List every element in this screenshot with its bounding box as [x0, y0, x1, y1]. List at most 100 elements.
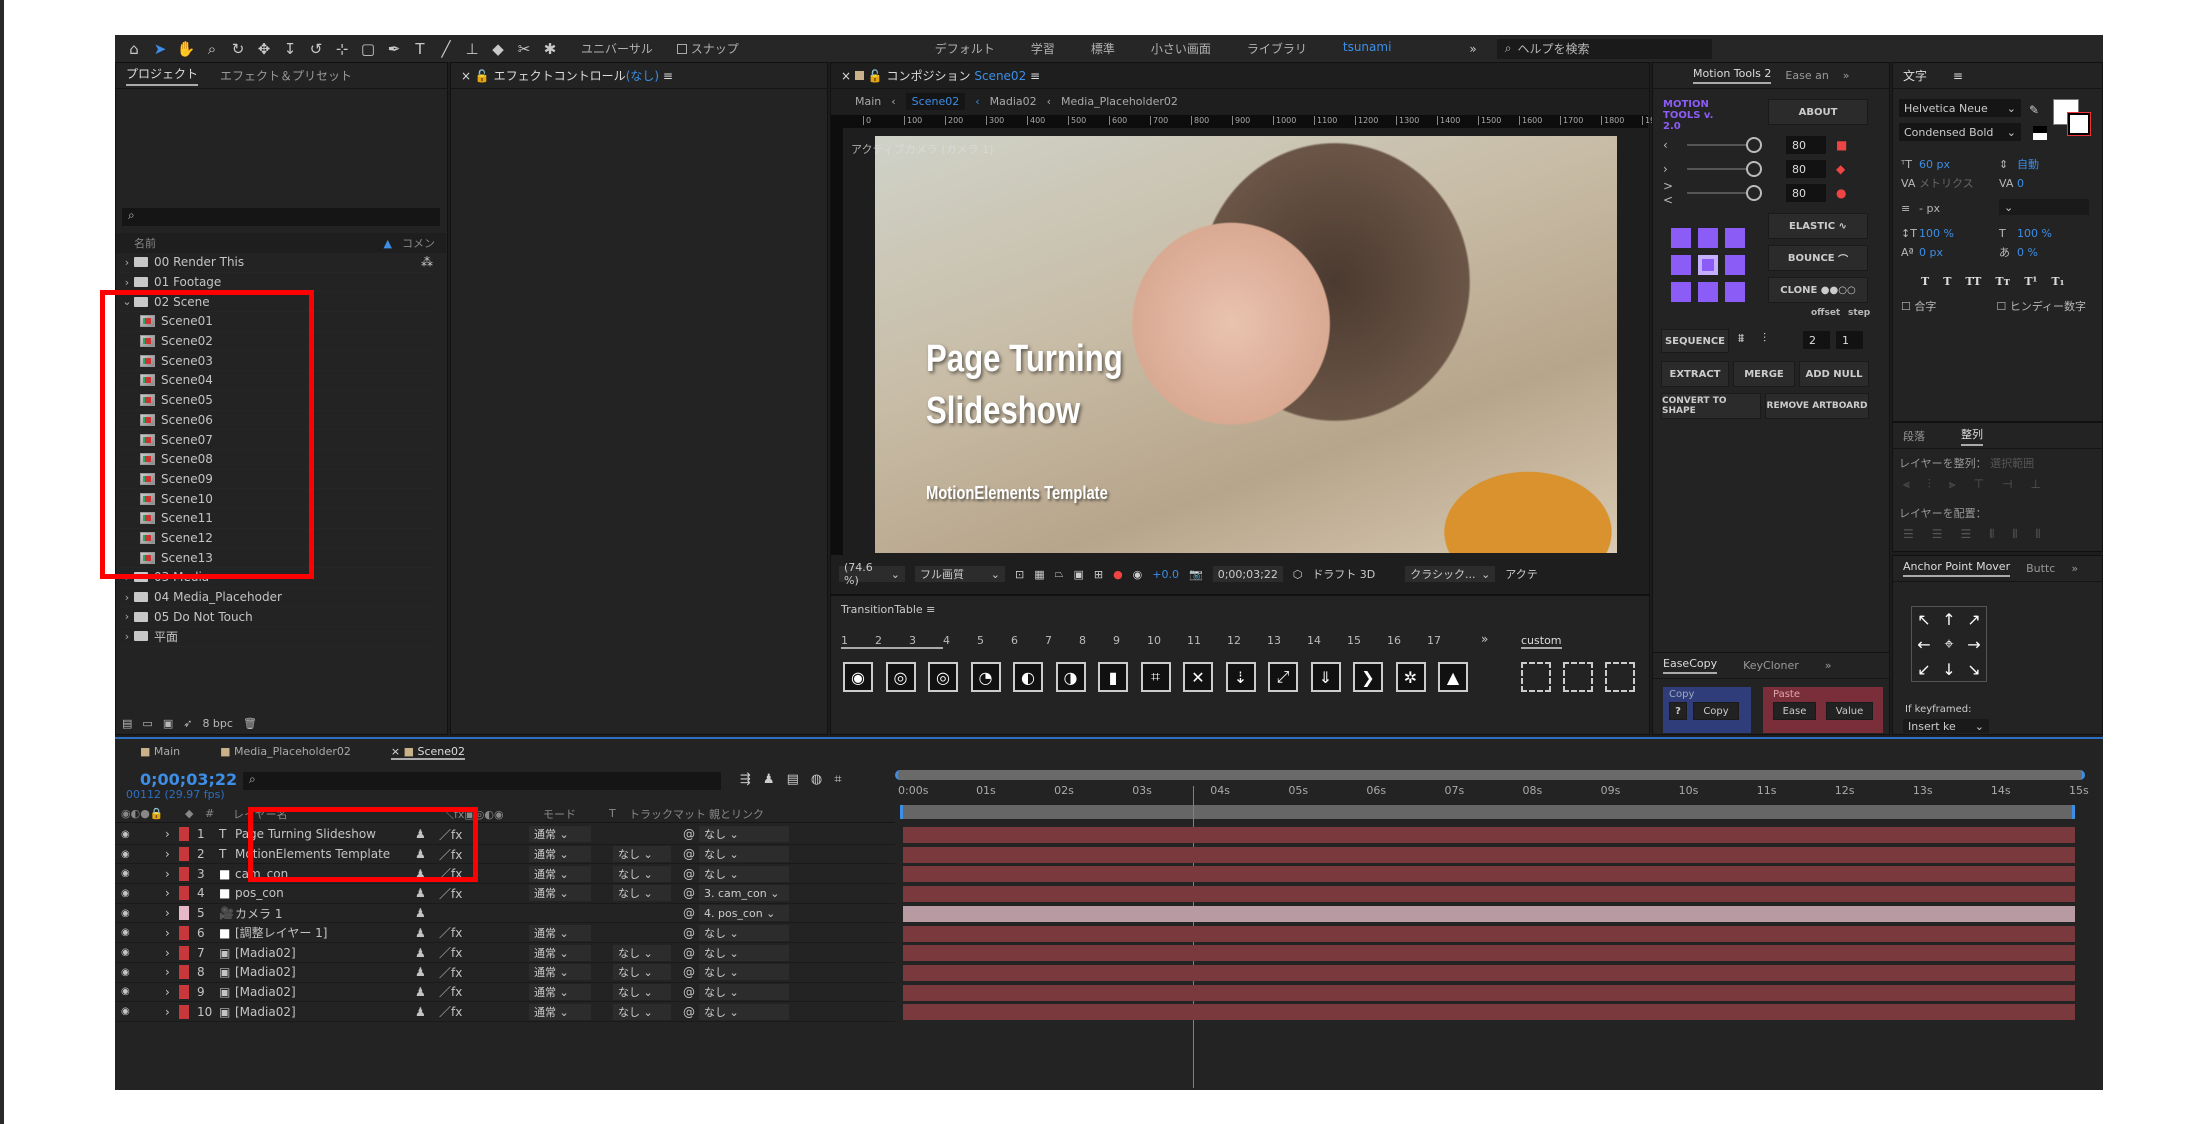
project-item[interactable]: › 05 Do Not Touch — [116, 607, 434, 628]
fx-switch-icon[interactable]: ／fx — [439, 924, 529, 941]
fx-switch-icon[interactable]: ／fx — [439, 983, 529, 1000]
parent-dropdown[interactable]: なし ⌄ — [699, 865, 789, 882]
expand-chevron-icon[interactable]: › — [165, 965, 179, 979]
tab-project[interactable]: プロジェクト — [126, 65, 199, 86]
zoom-icon[interactable]: ⌕ — [201, 38, 223, 60]
anchor-grid-cell[interactable] — [1698, 228, 1718, 248]
shy-switch-icon[interactable]: ♟ — [415, 906, 439, 920]
layer-name[interactable]: pos_con — [235, 886, 415, 900]
timeline-search-input[interactable]: ⌕ — [243, 772, 721, 790]
new-comp-icon[interactable]: ▣ — [163, 717, 173, 730]
help-button[interactable]: ? — [1669, 702, 1687, 720]
fx-switch-icon[interactable]: ／fx — [439, 1003, 529, 1020]
layer-mode-dropdown[interactable]: 通常 ⌄ — [529, 924, 591, 941]
transition-page-tab[interactable]: 17 — [1427, 634, 1467, 649]
pick-whip-icon[interactable]: @ — [683, 867, 699, 881]
parent-dropdown[interactable]: なし ⌄ — [699, 983, 789, 1000]
more-tabs-icon[interactable]: » — [1825, 659, 1832, 672]
slider-knob[interactable] — [1746, 161, 1762, 177]
anchor-arrow-button[interactable]: ↘ — [1962, 657, 1986, 681]
timeline-tab[interactable]: ■ Main — [140, 745, 180, 760]
anchor-grid-cell[interactable] — [1671, 282, 1691, 302]
render-icon[interactable]: ➶ — [183, 717, 192, 730]
lock-icon[interactable]: 🔓 — [475, 69, 490, 83]
transition-preset[interactable]: ✕ — [1183, 662, 1213, 692]
anchor-arrow-button[interactable]: ← — [1912, 632, 1936, 656]
merge-button[interactable]: MERGE — [1733, 361, 1795, 387]
channel-icon[interactable]: ● — [1113, 568, 1123, 581]
pick-whip-icon[interactable]: @ — [683, 886, 699, 900]
convert-to-shape-button[interactable]: CONVERT TO SHAPE — [1661, 393, 1761, 419]
layer-duration-bar[interactable] — [903, 866, 2075, 883]
copy-button[interactable]: Copy — [1693, 702, 1739, 720]
hand-icon[interactable]: ✋ — [175, 38, 197, 60]
sort-ascending-icon[interactable]: ▲ — [384, 237, 392, 250]
transition-page-tab[interactable]: 12 — [1227, 634, 1267, 649]
layer-row[interactable]: ◉ › 9 ▣ [Madia02] ♟ ／fx 通常 ⌄ なし ⌄ @ なし ⌄ — [115, 982, 895, 1003]
anchor-grid-cell[interactable] — [1671, 228, 1691, 248]
remove-artboard-button[interactable]: REMOVE ARTBOARD — [1765, 393, 1869, 419]
close-icon[interactable]: × — [841, 69, 851, 83]
transition-page-tab[interactable]: 8 — [1079, 634, 1113, 649]
timeline-zoom-navigator[interactable] — [895, 770, 2085, 780]
tab-anchor-point-mover[interactable]: Anchor Point Mover — [1903, 560, 2011, 577]
visibility-eye-icon[interactable]: ◉ — [115, 908, 165, 919]
effect-controls-title[interactable]: エフェクトコントロール — [494, 69, 626, 83]
flowchart-icon[interactable]: ⁂ — [421, 255, 433, 269]
distribute-bottom-icon[interactable]: ☰ — [1961, 527, 1972, 542]
workspace-5[interactable]: tsunami — [1325, 40, 1410, 57]
layer-name[interactable]: [Madia02] — [235, 985, 415, 999]
column-name[interactable]: 名前 — [134, 235, 384, 251]
pick-whip-icon[interactable]: @ — [683, 985, 699, 999]
expand-chevron-icon[interactable]: › — [165, 906, 179, 920]
anchor-icon[interactable]: ⊹ — [331, 38, 353, 60]
project-item[interactable]: › 平面 — [116, 627, 434, 647]
leading-value[interactable]: 自動 — [2017, 155, 2039, 174]
transition-preset[interactable]: ⤢ — [1268, 662, 1298, 692]
transition-page-tab[interactable]: 14 — [1307, 634, 1347, 649]
expand-chevron-icon[interactable]: › — [165, 926, 179, 940]
layer-duration-bar[interactable] — [903, 925, 2075, 942]
transition-page-tab[interactable]: 3 — [909, 634, 943, 649]
roto-icon[interactable]: ✂ — [513, 38, 535, 60]
shy-switch-icon[interactable]: ♟ — [415, 926, 439, 940]
transition-page-tab[interactable]: 7 — [1045, 634, 1079, 649]
shy-switch-icon[interactable]: ♟ — [415, 946, 439, 960]
about-button[interactable]: ABOUT — [1768, 99, 1868, 125]
layer-duration-bar[interactable] — [903, 1004, 2075, 1021]
layer-name[interactable]: [Madia02] — [235, 946, 415, 960]
layer-row[interactable]: ◉ › 5 🎥 カメラ 1 ♟ @4. pos_con ⌄ — [115, 903, 895, 924]
region-icon[interactable]: ▣ — [1073, 568, 1083, 581]
align-top-icon[interactable]: ⊤ — [1974, 477, 1984, 492]
current-time[interactable]: 0;00;03;22 — [1212, 566, 1283, 582]
visibility-eye-icon[interactable]: ◉ — [115, 849, 165, 860]
more-tabs-icon[interactable]: » — [1843, 69, 1850, 82]
text-style-button[interactable]: TT — [1965, 272, 1981, 291]
rectangle-icon[interactable]: ▢ — [357, 38, 379, 60]
transition-page-tab[interactable]: 10 — [1147, 634, 1187, 649]
tab-keycloner[interactable]: KeyCloner — [1743, 659, 1799, 672]
layer-mode-dropdown[interactable]: 通常 ⌄ — [529, 846, 591, 863]
align-right-icon[interactable]: ⫸ — [1949, 477, 1956, 492]
layer-row[interactable]: ◉ › 3 ■ cam_con ♟ ／fx 通常 ⌄ なし ⌄ @ なし ⌄ — [115, 864, 895, 885]
layer-duration-bar[interactable] — [903, 905, 2075, 922]
label-color[interactable] — [179, 827, 189, 842]
bpc-button[interactable]: 8 bpc — [202, 717, 233, 730]
step-input[interactable]: 1 — [1836, 331, 1863, 349]
transition-preset[interactable]: ❯ — [1353, 662, 1383, 692]
add-null-button[interactable]: ADD NULL — [1799, 361, 1869, 387]
parent-dropdown[interactable]: なし ⌄ — [699, 846, 789, 863]
pick-whip-icon[interactable]: @ — [683, 965, 699, 979]
fx-switch-icon[interactable]: ／fx — [439, 885, 529, 902]
workspace-1[interactable]: 学習 — [1013, 40, 1073, 57]
align-to-dropdown[interactable]: 選択範囲 — [1990, 457, 2034, 470]
paste-ease-button[interactable]: Ease — [1773, 702, 1817, 720]
timeline-tab[interactable]: ■ Media_Placeholder02 — [220, 745, 351, 760]
parent-dropdown[interactable]: なし ⌄ — [699, 826, 789, 843]
track-matte-dropdown[interactable]: なし ⌄ — [613, 885, 671, 902]
mask-icon[interactable]: ⏢ — [1055, 567, 1064, 581]
baseline-shift-value[interactable]: 0 px — [1919, 243, 1999, 262]
pen-icon[interactable]: ✒ — [383, 38, 405, 60]
exposure-reset-icon[interactable]: ◉ — [1133, 568, 1143, 581]
layer-row[interactable]: ◉ › 7 ▣ [Madia02] ♟ ／fx 通常 ⌄ なし ⌄ @ なし ⌄ — [115, 943, 895, 963]
